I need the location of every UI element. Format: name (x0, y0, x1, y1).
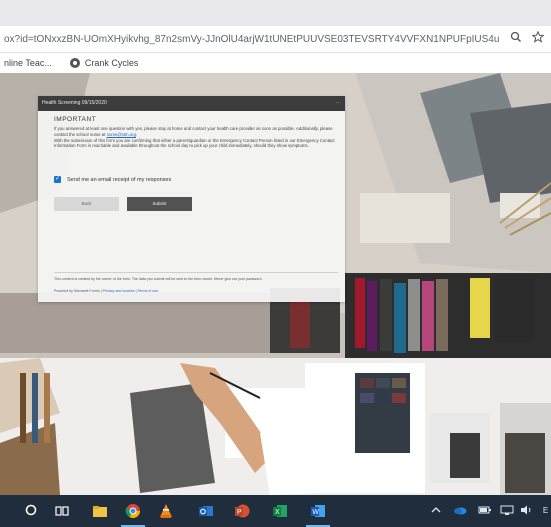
form-footer-disclaimer: This content is created by the owner of … (54, 277, 263, 281)
onedrive-icon[interactable] (452, 505, 468, 517)
bookmark-globe-icon (69, 58, 80, 68)
word-icon[interactable]: W (310, 503, 326, 519)
bookmark-label: Crank Cycles (84, 58, 139, 68)
svg-text:X: X (275, 509, 280, 516)
star-icon[interactable] (530, 30, 546, 47)
form-header: Health Screening 09/15/2020 ... (38, 96, 345, 111)
email-receipt-label[interactable]: Send me an email receipt of my responses (67, 177, 171, 183)
powerpoint-icon[interactable]: P (234, 503, 250, 519)
bookmark-crank-cycles[interactable]: Crank Cycles (69, 58, 139, 68)
file-explorer-icon[interactable] (92, 503, 108, 519)
back-button[interactable]: Back (54, 197, 119, 211)
vlc-icon[interactable] (158, 503, 174, 519)
svg-text:P: P (237, 509, 242, 516)
language-indicator[interactable]: E (540, 505, 551, 517)
bookmark-label: nline Teac... (4, 58, 52, 68)
powered-by-text: Powered by Microsoft Forms | (54, 289, 103, 293)
chrome-icon[interactable] (125, 503, 141, 519)
more-options-icon[interactable]: ... (336, 95, 341, 110)
address-bar[interactable]: ox?id=tONxxzBN-UOmXHyikvhg_87n2smVy-JJnO… (0, 26, 551, 53)
footer-divider (54, 272, 338, 273)
svg-text:W: W (312, 509, 319, 516)
email-receipt-option[interactable]: ✓ Send me an email receipt of my respons… (54, 176, 171, 183)
form-title: Health Screening 09/15/2020 (42, 100, 107, 106)
form-footer-links: Powered by Microsoft Forms | Privacy and… (54, 289, 338, 293)
important-heading: IMPORTANT (54, 116, 97, 123)
search-icon[interactable] (508, 31, 524, 47)
checkbox-checked-icon[interactable]: ✓ (54, 176, 61, 183)
bookmark-online-teaching[interactable]: nline Teac... (4, 58, 52, 68)
excel-icon[interactable]: X (272, 503, 288, 519)
health-screening-form: Health Screening 09/15/2020 ... IMPORTAN… (38, 96, 345, 302)
privacy-link[interactable]: Privacy and cookies (103, 289, 135, 293)
body-line-3: With the submission of this form you are… (54, 137, 335, 149)
network-icon[interactable] (500, 505, 514, 517)
terms-link[interactable]: Terms of use (138, 289, 159, 293)
chevron-up-icon[interactable] (430, 505, 442, 517)
volume-icon[interactable] (520, 505, 534, 517)
search-icon[interactable] (24, 503, 40, 519)
task-view-icon[interactable] (54, 503, 70, 519)
important-body-text: If you answered at least one question wi… (54, 126, 338, 149)
body-line-2: . (136, 131, 138, 137)
url-text[interactable]: ox?id=tONxxzBN-UOmXHyikvhg_87n2smVy-JJnO… (4, 34, 504, 45)
body-line-1: If you answered at least one question wi… (54, 126, 333, 137)
page-content: Health Screening 09/15/2020 ... IMPORTAN… (0, 73, 551, 495)
windows-taskbar: P X W E (0, 495, 551, 527)
submit-button[interactable]: Submit (127, 197, 192, 211)
browser-tab-strip (0, 0, 551, 26)
battery-icon[interactable] (478, 505, 492, 517)
bookmarks-bar: nline Teac... Crank Cycles (0, 53, 551, 74)
nurse-email-link[interactable]: nurse@stm.org (107, 132, 136, 137)
outlook-icon[interactable] (198, 503, 214, 519)
